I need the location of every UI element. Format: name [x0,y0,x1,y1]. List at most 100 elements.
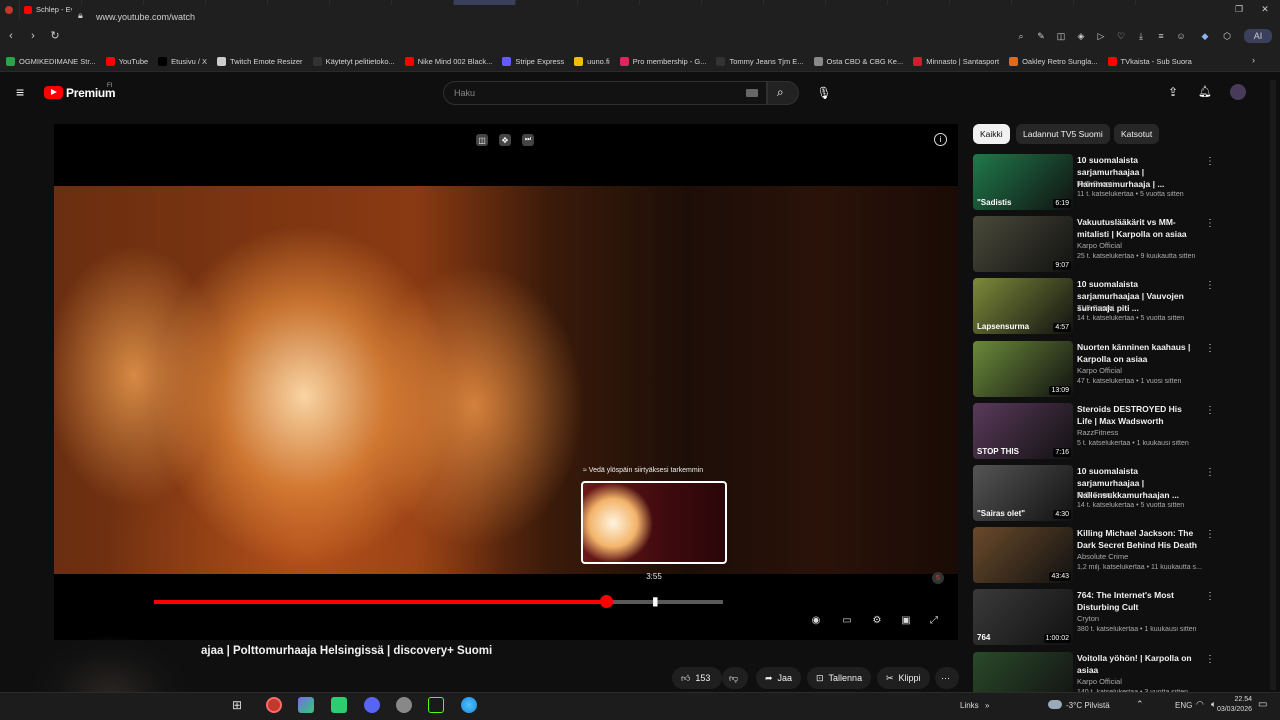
more-options-icon[interactable]: ⋮ [1205,280,1215,291]
edge-taskbar-icon[interactable] [461,697,477,713]
spotify-like-taskbar-icon[interactable] [331,697,347,713]
play-icon[interactable]: ▷ [1094,29,1108,43]
recommended-video[interactable]: 764 1:00:02 764: The Internet's Most Distu… [973,589,1223,649]
info-icon[interactable]: i [934,133,947,146]
bookmarks-overflow-icon[interactable]: › [1252,55,1255,65]
progress-scrubber[interactable] [600,595,613,608]
channel-name[interactable]: Cryton [1077,614,1099,623]
forward-icon[interactable]: › [22,25,44,47]
weather-text[interactable]: -3°C Pilvistä [1066,701,1110,710]
video-thumbnail[interactable]: "Sairas olet" 4:30 [973,465,1073,521]
recommended-video[interactable]: "Sadistis 6:19 10 suomalaista sarjamurhaaj… [973,154,1223,214]
settings-gear-icon[interactable]: ⚙ [869,613,885,627]
more-options-icon[interactable]: ⋮ [1205,218,1215,229]
video-thumbnail[interactable]: Lapsensurma 4:57 [973,278,1073,335]
chip-all[interactable]: Kaikki [973,124,1010,144]
channel-name[interactable]: TV5 Suomi [1077,179,1114,188]
links-toolbar[interactable]: Links [960,701,979,710]
language-indicator[interactable]: ENG [1175,701,1192,710]
like-button[interactable]: 👍︎ 153 [672,667,722,689]
more-options-icon[interactable]: ⋮ [1205,467,1215,478]
keyboard-icon[interactable] [746,89,758,97]
search-icon[interactable]: ⌕ [1014,29,1028,43]
recommended-video[interactable]: STOP THIS 7:16 Steroids DESTROYED His Life… [973,402,1223,463]
video-title[interactable]: 764: The Internet's Most Disturbing Cult [1077,589,1197,613]
reload-icon[interactable]: ↻ [44,25,66,47]
clock-date[interactable]: 03/03/2026 [1200,706,1252,713]
channel-name[interactable]: Karpo Official [1077,241,1122,250]
download-icon[interactable]: ⤓ [1134,29,1148,43]
theater-mode-icon[interactable]: ▣ [898,613,914,627]
recommended-video[interactable]: 9:07 Vakuutuslääkärit vs MM-mitalisti | K… [973,216,1223,276]
more-options-icon[interactable]: ⋮ [1205,654,1215,665]
channel-name[interactable]: Karpo Official [1077,677,1122,686]
ai-button[interactable]: AI [1244,29,1272,43]
more-actions-button[interactable]: ⋯ [935,667,959,689]
more-options-icon[interactable]: ⋮ [1205,529,1215,540]
edit-icon[interactable]: ✎ [1034,29,1048,43]
bookmark-item[interactable]: Pro membership - G... [619,57,706,66]
bookmark-item[interactable]: Etusivu / X [158,57,207,66]
video-title[interactable]: Killing Michael Jackson: The Dark Secret… [1077,527,1197,551]
bookmark-item[interactable]: TVkaista - Sub Suora [1107,57,1192,66]
move-icon[interactable]: ✥ [499,134,511,146]
profile-icon[interactable]: ☺ [1174,29,1188,43]
video-title[interactable]: Vakuutuslääkärit vs MM-mitalisti | Karpo… [1077,216,1197,240]
bookmark-item[interactable]: Minnasto | Santasport [913,57,999,66]
notifications-bell-icon[interactable]: 🔔︎ [1198,85,1212,98]
bookmark-item[interactable]: Käytetyt pelitietoko... [312,57,395,66]
menu-lines-icon[interactable]: ≡ [1154,29,1168,43]
channel-name[interactable]: TV5 Suomi [1077,303,1114,312]
recommended-video[interactable]: Lapsensurma 4:57 10 suomalaista sarjamurha… [973,278,1223,338]
channel-name[interactable]: Karpo Official [1077,366,1122,375]
more-options-icon[interactable]: ⋮ [1205,156,1215,167]
video-thumbnail[interactable]: 13:09 [973,340,1073,397]
video-thumbnail[interactable]: STOP THIS 7:16 [973,402,1073,459]
dislike-button[interactable]: 👎︎ [722,667,748,689]
video-title[interactable]: Nuorten känninen kaahaus | Karpolla on a… [1077,341,1197,365]
channel-name[interactable]: Absolute Crime [1077,552,1128,561]
opera-taskbar-icon[interactable] [266,697,282,713]
avatar[interactable] [1230,84,1246,100]
bookmark-item[interactable]: Osta CBD & CBG Ke... [813,57,903,66]
bookmark-item[interactable]: Oakley Retro Sungla... [1009,57,1098,66]
hamburger-menu-icon[interactable]: ≡ [16,85,24,99]
chip-uploaded-by-tv5[interactable]: Ladannut TV5 Suomi [1016,124,1110,144]
more-options-icon[interactable]: ⋮ [1205,405,1215,416]
skip-icon[interactable]: ⏭ [522,134,534,146]
video-thumbnail[interactable]: 9:07 [973,216,1073,273]
page-scrollbar[interactable] [1270,80,1276,690]
extension-cube-icon[interactable]: ⬡ [1220,29,1234,43]
search-input[interactable]: Haku [443,81,767,105]
clock-time[interactable]: 22.54 [1228,696,1252,703]
video-title[interactable]: Voitolla yöhön! | Karpolla on asiaa [1077,652,1197,676]
bookmark-item[interactable]: Twitch Emote Resizer [217,57,303,66]
video-thumbnail[interactable]: 764 1:00:02 [973,589,1073,646]
bookmark-item[interactable]: Stripe Express [502,57,564,66]
search-button[interactable]: ⌕ [767,81,799,105]
address-bar[interactable]: 🔒︎ www.youtube.com/watch [70,5,1230,28]
miniplayer-icon[interactable]: ◫ [476,134,488,146]
autoplay-toggle-icon[interactable]: ◉ [808,613,824,627]
bookmark-item[interactable]: Tommy Jeans Tjm E... [716,57,804,66]
tray-chevron-icon[interactable]: ⌃ [1136,699,1144,710]
steam-taskbar-icon[interactable] [396,697,412,713]
video-thumbnail[interactable]: "Sadistis 6:19 [973,154,1073,210]
progress-played[interactable] [154,600,612,604]
camera-icon[interactable]: ◫ [1054,29,1068,43]
bookmark-item[interactable]: uuno.fi [574,57,610,66]
extension-icon[interactable]: ◆ [1198,29,1212,43]
close-window-icon[interactable]: ✕ [1254,0,1276,19]
fullscreen-icon[interactable]: ⤢ [926,613,942,627]
microphone-icon[interactable]: 🎙︎ [812,81,836,105]
bookmark-item[interactable]: YouTube [105,57,148,66]
bookmark-item[interactable]: OGMIKEDIMANE Str... [6,57,96,66]
heart-icon[interactable]: ♡ [1114,29,1128,43]
recommended-video[interactable]: 43:43 Killing Michael Jackson: The Dark S… [973,527,1223,587]
clip-button[interactable]: ✂ Klippi [877,667,930,689]
app-taskbar-icon[interactable] [298,697,314,713]
notification-center-icon[interactable]: ▭ [1258,699,1267,710]
more-options-icon[interactable]: ⋮ [1205,591,1215,602]
more-options-icon[interactable]: ⋮ [1205,343,1215,354]
share-button[interactable]: ➦ Jaa [756,667,802,689]
